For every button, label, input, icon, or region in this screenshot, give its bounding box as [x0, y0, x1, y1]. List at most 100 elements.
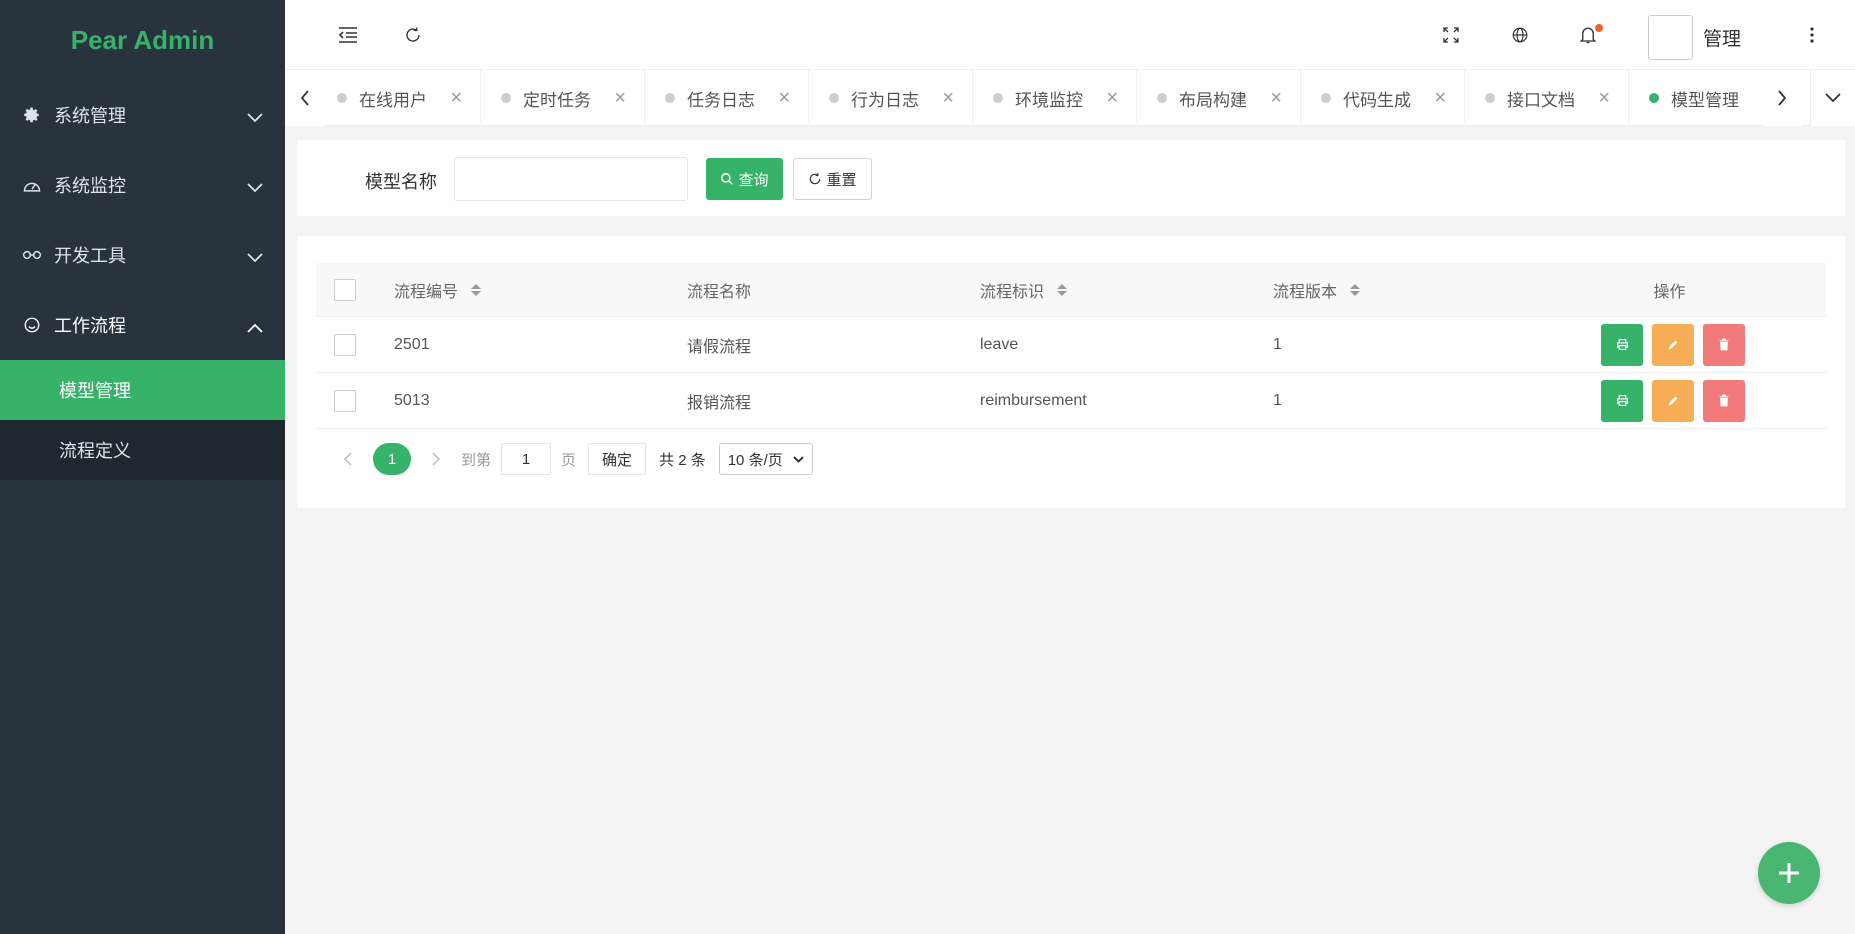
sidebar-item-system-monitor[interactable]: 系统监控 [0, 150, 285, 220]
tab-model-management[interactable]: 模型管理× [1629, 70, 1755, 126]
sort-icon[interactable] [1350, 283, 1361, 296]
tab-env-monitor[interactable]: 环境监控 × [973, 70, 1137, 126]
edit-button[interactable] [1652, 323, 1694, 366]
column-header[interactable]: 流程标识 [980, 278, 1044, 302]
tab-label: 任务日志 [687, 90, 755, 110]
avatar[interactable] [1648, 15, 1693, 60]
prev-page-button[interactable] [333, 452, 363, 466]
total-count: 共 2 条 [659, 451, 706, 469]
print-button[interactable] [1601, 379, 1643, 422]
select-all-checkbox[interactable] [334, 278, 356, 301]
sort-icon[interactable] [1057, 283, 1068, 296]
model-name-label: 模型名称 [365, 172, 437, 192]
column-header[interactable]: 流程编号 [394, 278, 458, 302]
print-button[interactable] [1601, 323, 1643, 366]
collapse-menu-button[interactable] [333, 20, 363, 50]
sidebar-item-process-definition[interactable]: 流程定义 [0, 420, 285, 480]
table-panel: 流程编号 流程名称 流程标识 流程版本 操作 2501 请假流程 leave 1… [297, 236, 1845, 508]
search-form: 模型名称 查询 重置 [297, 140, 1845, 216]
tab-menu-dropdown-button[interactable] [1810, 70, 1855, 126]
page-number-current[interactable]: 1 [373, 443, 411, 475]
tab-status-dot [829, 93, 839, 103]
page-size-select[interactable]: 10 条/页 [718, 443, 813, 475]
close-icon[interactable]: × [942, 87, 954, 110]
globe-icon [1512, 27, 1528, 43]
tab-label: 环境监控 [1015, 90, 1083, 110]
cell-name: 请假流程 [687, 338, 752, 356]
model-table: 流程编号 流程名称 流程标识 流程版本 操作 2501 请假流程 leave 1… [316, 263, 1826, 429]
goto-page-input[interactable] [501, 443, 552, 475]
tab-status-dot [1649, 93, 1659, 103]
tab-layout-builder[interactable]: 布局构建 × [1137, 70, 1301, 126]
cell-key: reimbursement [980, 391, 1087, 409]
chevron-left-icon [300, 90, 309, 106]
query-button[interactable]: 查询 [706, 158, 783, 200]
gear-icon [22, 105, 42, 125]
close-icon[interactable]: × [778, 87, 790, 110]
sidebar-item-system-management[interactable]: 系统管理 [0, 80, 285, 150]
tab-status-dot [1485, 93, 1495, 103]
close-icon[interactable]: × [1106, 87, 1118, 110]
sidebar-item-label: 系统监控 [54, 176, 126, 196]
edit-button[interactable] [1652, 379, 1694, 422]
add-fab-button[interactable] [1758, 842, 1820, 904]
tab-label: 模型管理 [1671, 90, 1739, 110]
cell-id: 5013 [394, 391, 430, 409]
close-icon[interactable]: × [614, 87, 626, 110]
tab-scroll-right-button[interactable] [1762, 70, 1802, 126]
refresh-button[interactable] [398, 20, 428, 50]
close-icon[interactable]: × [450, 87, 462, 110]
trash-icon [1719, 338, 1729, 351]
app-logo[interactable]: Pear Admin [0, 0, 285, 80]
notification-button[interactable] [1573, 20, 1603, 50]
goto-confirm-button[interactable]: 确定 [588, 443, 647, 475]
delete-button[interactable] [1703, 379, 1745, 422]
tab-scheduled-tasks[interactable]: 定时任务 × [481, 70, 645, 126]
language-button[interactable] [1505, 20, 1535, 50]
delete-button[interactable] [1703, 323, 1745, 366]
sidebar-item-dev-tools[interactable]: 开发工具 [0, 220, 285, 290]
query-button-label: 查询 [738, 171, 769, 189]
tab-behavior-logs[interactable]: 行为日志 × [809, 70, 973, 126]
page-size-value: 10 条/页 [727, 451, 783, 469]
username[interactable]: 管理 [1703, 24, 1741, 51]
refresh-icon [810, 173, 821, 185]
tab-task-logs[interactable]: 任务日志 × [645, 70, 809, 126]
chevron-down-icon [793, 455, 804, 463]
cell-id: 2501 [394, 335, 430, 353]
goto-prefix: 到第 [461, 451, 492, 469]
close-icon[interactable]: × [1270, 87, 1282, 110]
close-icon[interactable]: × [1434, 87, 1446, 110]
tab-status-dot [1321, 93, 1331, 103]
top-header: 管理 [285, 0, 1855, 70]
indent-icon [338, 27, 357, 43]
chevron-down-icon [247, 107, 263, 128]
tab-online-users[interactable]: 在线用户 × [335, 70, 481, 126]
tab-code-generator[interactable]: 代码生成 × [1301, 70, 1465, 126]
sidebar-item-model-management[interactable]: 模型管理 [0, 360, 285, 420]
reset-button[interactable]: 重置 [793, 158, 872, 200]
close-icon[interactable]: × [1598, 87, 1610, 110]
cell-version: 1 [1273, 335, 1282, 353]
tab-status-dot [665, 93, 675, 103]
tab-api-docs[interactable]: 接口文档 × [1465, 70, 1629, 126]
sort-icon[interactable] [471, 283, 482, 296]
more-button[interactable] [1797, 20, 1827, 50]
column-header[interactable]: 流程版本 [1273, 278, 1337, 302]
next-page-button[interactable] [421, 452, 451, 466]
printer-icon [1616, 338, 1628, 351]
fullscreen-button[interactable] [1436, 20, 1466, 50]
gauge-icon [22, 175, 42, 195]
row-checkbox[interactable] [334, 333, 356, 356]
sidebar-item-label: 系统管理 [54, 106, 126, 126]
tab-label: 行为日志 [851, 90, 919, 110]
tab-bar: 在线用户 × 定时任务 × 任务日志 × 行为日志 × 环境监控 × 布局构建 × 代码生成… [285, 70, 1855, 126]
tab-scroll-left-button[interactable] [285, 70, 325, 126]
refresh-icon [406, 27, 420, 42]
chevron-down-icon [247, 177, 263, 198]
sidebar-item-workflow[interactable]: 工作流程 [0, 290, 285, 360]
row-checkbox[interactable] [334, 389, 356, 412]
model-name-input[interactable] [454, 157, 688, 201]
column-header: 流程名称 [687, 283, 752, 301]
cell-version: 1 [1273, 391, 1282, 409]
